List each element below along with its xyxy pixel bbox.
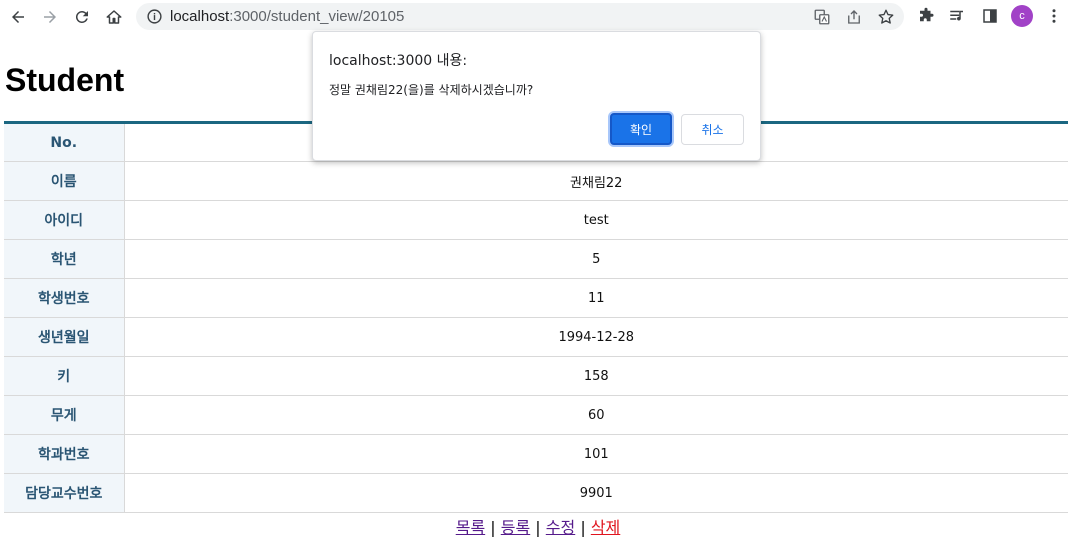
table-row: 학년 5 — [4, 239, 1068, 279]
url-host: localhost — [170, 8, 230, 25]
student-detail-table: No. 이름 권채림22 아이디 test 학년 5 학생번호 11 생년월일 1994-12-28… — [4, 121, 1068, 513]
share-icon[interactable] — [845, 8, 863, 26]
row-label: 아이디 — [4, 200, 125, 240]
url-text[interactable]: localhost:3000/student_view/20105 — [170, 8, 404, 25]
url-path: :3000/student_view/20105 — [229, 8, 405, 25]
link-separator: | — [580, 518, 586, 537]
row-label: 이름 — [4, 161, 125, 201]
info-icon[interactable] — [146, 8, 163, 25]
row-label: 학생번호 — [4, 278, 125, 318]
row-value: test — [124, 200, 1068, 240]
translate-icon[interactable] — [813, 8, 831, 26]
media-icon[interactable] — [947, 6, 967, 26]
row-label: 생년월일 — [4, 317, 125, 357]
dialog-message: 정말 권채림22(을)를 삭제하시겠습니까? — [329, 83, 534, 97]
row-value: 1994-12-28 — [124, 317, 1068, 357]
sidepanel-icon[interactable] — [980, 6, 1000, 26]
row-value: 권채림22 — [124, 161, 1068, 201]
reload-icon[interactable] — [70, 5, 94, 29]
row-value: 9901 — [124, 473, 1068, 513]
browser-toolbar: localhost:3000/student_view/20105 c — [0, 0, 1076, 34]
table-row: 학생번호 11 — [4, 278, 1068, 318]
menu-icon[interactable] — [1044, 6, 1064, 26]
profile-avatar[interactable]: c — [1011, 5, 1033, 27]
link-separator: | — [490, 518, 496, 537]
table-row: 담당교수번호 9901 — [4, 473, 1068, 513]
table-row: 무게 60 — [4, 395, 1068, 435]
table-row: 아이디 test — [4, 200, 1068, 240]
delete-link[interactable]: 삭제 — [591, 518, 620, 537]
action-links: 목록 | 등록 | 수정 | 삭제 — [0, 514, 1076, 538]
edit-link[interactable]: 수정 — [546, 518, 575, 537]
row-label: 키 — [4, 356, 125, 396]
back-arrow-icon[interactable] — [6, 5, 30, 29]
row-value: 5 — [124, 239, 1068, 279]
address-bar[interactable]: localhost:3000/student_view/20105 — [136, 3, 904, 30]
row-value: 60 — [124, 395, 1068, 435]
page-title: Student — [5, 62, 125, 98]
table-row: 이름 권채림22 — [4, 161, 1068, 201]
forward-arrow-icon[interactable] — [38, 5, 62, 29]
confirm-cancel-button[interactable]: 취소 — [681, 114, 744, 145]
row-value: 101 — [124, 434, 1068, 474]
row-label: No. — [4, 122, 125, 162]
extensions-icon[interactable] — [916, 6, 936, 26]
row-label: 학년 — [4, 239, 125, 279]
confirm-dialog: localhost:3000 내용: 정말 권채림22(을)를 삭제하시겠습니까… — [312, 31, 761, 161]
row-value: 158 — [124, 356, 1068, 396]
register-link[interactable]: 등록 — [501, 518, 530, 537]
confirm-ok-button[interactable]: 확인 — [610, 113, 672, 145]
row-label: 무게 — [4, 395, 125, 435]
table-row: 키 158 — [4, 356, 1068, 396]
row-label: 담당교수번호 — [4, 473, 125, 513]
row-label: 학과번호 — [4, 434, 125, 474]
table-row: 생년월일 1994-12-28 — [4, 317, 1068, 357]
dialog-title: localhost:3000 내용: — [329, 53, 468, 69]
row-value: 11 — [124, 278, 1068, 318]
star-icon[interactable] — [877, 8, 895, 26]
table-row: 학과번호 101 — [4, 434, 1068, 474]
list-link[interactable]: 목록 — [456, 518, 485, 537]
home-icon[interactable] — [102, 5, 126, 29]
link-separator: | — [535, 518, 541, 537]
